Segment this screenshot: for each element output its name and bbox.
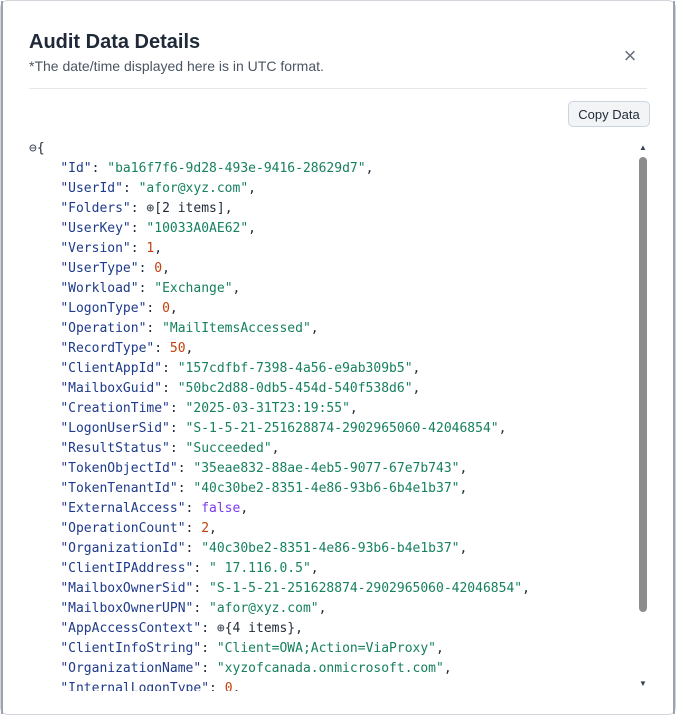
json-key: "TokenTenantId" xyxy=(60,481,178,496)
json-value: 2 xyxy=(201,521,210,536)
json-key: "CreationTime" xyxy=(60,401,170,416)
json-key: "MailboxGuid" xyxy=(60,381,163,396)
json-root-line: ⊖{ xyxy=(29,139,633,159)
json-entry: "Workload": "Exchange", xyxy=(60,281,241,296)
json-entries: "Id": "ba16f7f6-9d28-493e-9416-28629d7",… xyxy=(29,159,633,691)
json-value: "Succeeded" xyxy=(185,441,272,456)
json-key: "RecordType" xyxy=(60,341,155,356)
json-key: "OperationCount" xyxy=(60,521,186,536)
json-entry: "OperationCount": 2, xyxy=(60,521,217,536)
json-entry: "ClientInfoString": "Client=OWA;Action=V… xyxy=(60,641,444,656)
json-entry: "ClientIPAddress": " 17.116.0.5", xyxy=(60,561,319,576)
json-value: 0 xyxy=(162,301,170,316)
json-key: "UserId" xyxy=(60,181,123,196)
close-icon[interactable]: × xyxy=(619,45,641,67)
json-key: "ExternalAccess" xyxy=(60,501,186,516)
json-entry: "RecordType": 50, xyxy=(60,341,194,356)
json-entry: "ExternalAccess": false, xyxy=(60,501,249,516)
json-value: "157cdfbf-7398-4a56-e9ab309b5" xyxy=(177,361,413,376)
json-key: "AppAccessContext" xyxy=(60,621,202,636)
json-key: "ClientIPAddress" xyxy=(60,561,194,576)
dialog-right-edge xyxy=(673,1,675,714)
json-value: "40c30be2-8351-4e86-93b6-b4e1b37" xyxy=(201,541,460,556)
json-entry: "ClientAppId": "157cdfbf-7398-4a56-e9ab3… xyxy=(60,361,421,376)
json-key: "UserKey" xyxy=(60,221,131,236)
scroll-up-icon[interactable]: ▲ xyxy=(637,141,649,153)
json-entry: "OrganizationId": "40c30be2-8351-4e86-93… xyxy=(60,541,468,556)
json-key: "ResultStatus" xyxy=(60,441,170,456)
json-entry: "Version": 1, xyxy=(60,241,163,256)
json-value: 50 xyxy=(169,341,186,356)
json-key: "Id" xyxy=(60,161,92,176)
json-key: "LogonUserSid" xyxy=(60,421,170,436)
json-value: "S-1-5-21-251628874-2902965060-42046854" xyxy=(209,581,523,596)
json-key: "MailboxOwnerSid" xyxy=(60,581,194,596)
json-key: "OrganizationName" xyxy=(60,661,202,676)
json-entry: "TokenTenantId": "40c30be2-8351-4e86-93b… xyxy=(60,481,468,496)
json-value: 0 xyxy=(154,261,163,276)
open-brace: { xyxy=(36,141,45,156)
json-key: "Workload" xyxy=(60,281,139,296)
json-entry: "LogonUserSid": "S-1-5-21-251628874-2902… xyxy=(60,421,507,436)
json-entry: "AppAccessContext": ⊕{4 items}, xyxy=(60,621,303,636)
json-entry: "LogonType": 0, xyxy=(60,301,178,316)
scroll-down-icon[interactable]: ▼ xyxy=(637,677,649,689)
json-entry: "MailboxGuid": "50bc2d88-0db5-454d-540f5… xyxy=(60,381,421,396)
json-key: "Version" xyxy=(60,241,131,256)
json-key: "Folders" xyxy=(60,201,131,216)
json-value: 0 xyxy=(224,681,233,691)
json-value: " 17.116.0.5" xyxy=(209,561,311,576)
dialog-title: Audit Data Details xyxy=(29,31,201,53)
json-key: "MailboxOwnerUPN" xyxy=(60,601,194,616)
json-key: "OrganizationId" xyxy=(60,541,186,556)
json-key: "UserType" xyxy=(60,261,139,276)
json-entry: "Operation": "MailItemsAccessed", xyxy=(60,321,319,336)
json-entry: "Id": "ba16f7f6-9d28-493e-9416-28629d7", xyxy=(60,161,374,176)
dialog-subtitle: *The date/time displayed here is in UTC … xyxy=(29,58,324,74)
json-value: "35eae832-88ae-4eb5-9077-67e7b743" xyxy=(193,461,460,476)
json-entry: "InternalLogonType": 0, xyxy=(29,679,633,691)
json-viewer: ⊖{ "Id": "ba16f7f6-9d28-493e-9416-28629d… xyxy=(29,139,633,691)
json-key: "ClientAppId" xyxy=(60,361,163,376)
json-entry: "ResultStatus": "Succeeded", xyxy=(60,441,280,456)
json-key: "TokenObjectId" xyxy=(60,461,178,476)
json-entry: "TokenObjectId": "35eae832-88ae-4eb5-907… xyxy=(60,461,468,476)
json-value: "10033A0AE62" xyxy=(146,221,249,236)
json-value: "afor@xyz.com" xyxy=(138,181,249,196)
json-entry: "MailboxOwnerUPN": "afor@xyz.com", xyxy=(60,601,327,616)
expand-icon[interactable]: ⊕ xyxy=(217,621,225,636)
json-key: "Operation" xyxy=(60,321,147,336)
json-value: "50bc2d88-0db5-454d-540f538d6" xyxy=(177,381,413,396)
json-entry: "MailboxOwnerSid": "S-1-5-21-251628874-2… xyxy=(60,581,530,596)
json-key: "LogonType" xyxy=(60,301,147,316)
audit-data-dialog: Audit Data Details *The date/time displa… xyxy=(0,0,676,715)
scrollbar-thumb[interactable] xyxy=(639,157,647,612)
json-entry: "CreationTime": "2025-03-31T23:19:55", xyxy=(60,401,358,416)
copy-data-button[interactable]: Copy Data xyxy=(568,101,650,127)
json-value: "2025-03-31T23:19:55" xyxy=(185,401,350,416)
json-value: "MailItemsAccessed" xyxy=(162,321,311,336)
scrollbar[interactable]: ▲ ▼ xyxy=(637,141,649,689)
json-value: "ba16f7f6-9d28-493e-9416-28629d7" xyxy=(107,161,366,176)
json-value: "S-1-5-21-251628874-2902965060-42046854" xyxy=(185,421,499,436)
json-entry: "OrganizationName": "xyzofcanada.onmicro… xyxy=(60,661,452,676)
json-value: "Exchange" xyxy=(154,281,233,296)
json-value: "afor@xyz.com" xyxy=(209,601,319,616)
json-collapsed-value[interactable]: {4 items} xyxy=(225,621,295,636)
json-value: false xyxy=(201,501,241,516)
json-entry: "Folders": ⊕[2 items], xyxy=(60,201,233,216)
json-value: "xyzofcanada.onmicrosoft.com" xyxy=(216,661,444,676)
json-key: "InternalLogonType" xyxy=(60,681,210,691)
json-entry: "UserId": "afor@xyz.com", xyxy=(60,181,256,196)
json-entry: "UserType": 0, xyxy=(60,261,170,276)
json-entry: "UserKey": "10033A0AE62", xyxy=(60,221,256,236)
json-value: "Client=OWA;Action=ViaProxy" xyxy=(216,641,437,656)
dialog-left-edge xyxy=(1,1,3,714)
json-value: "40c30be2-8351-4e86-93b6-6b4e1b37" xyxy=(193,481,460,496)
json-collapsed-value[interactable]: [2 items] xyxy=(154,201,224,216)
header-divider xyxy=(29,88,647,89)
json-key: "ClientInfoString" xyxy=(60,641,202,656)
collapse-icon[interactable]: ⊖ xyxy=(29,141,37,156)
